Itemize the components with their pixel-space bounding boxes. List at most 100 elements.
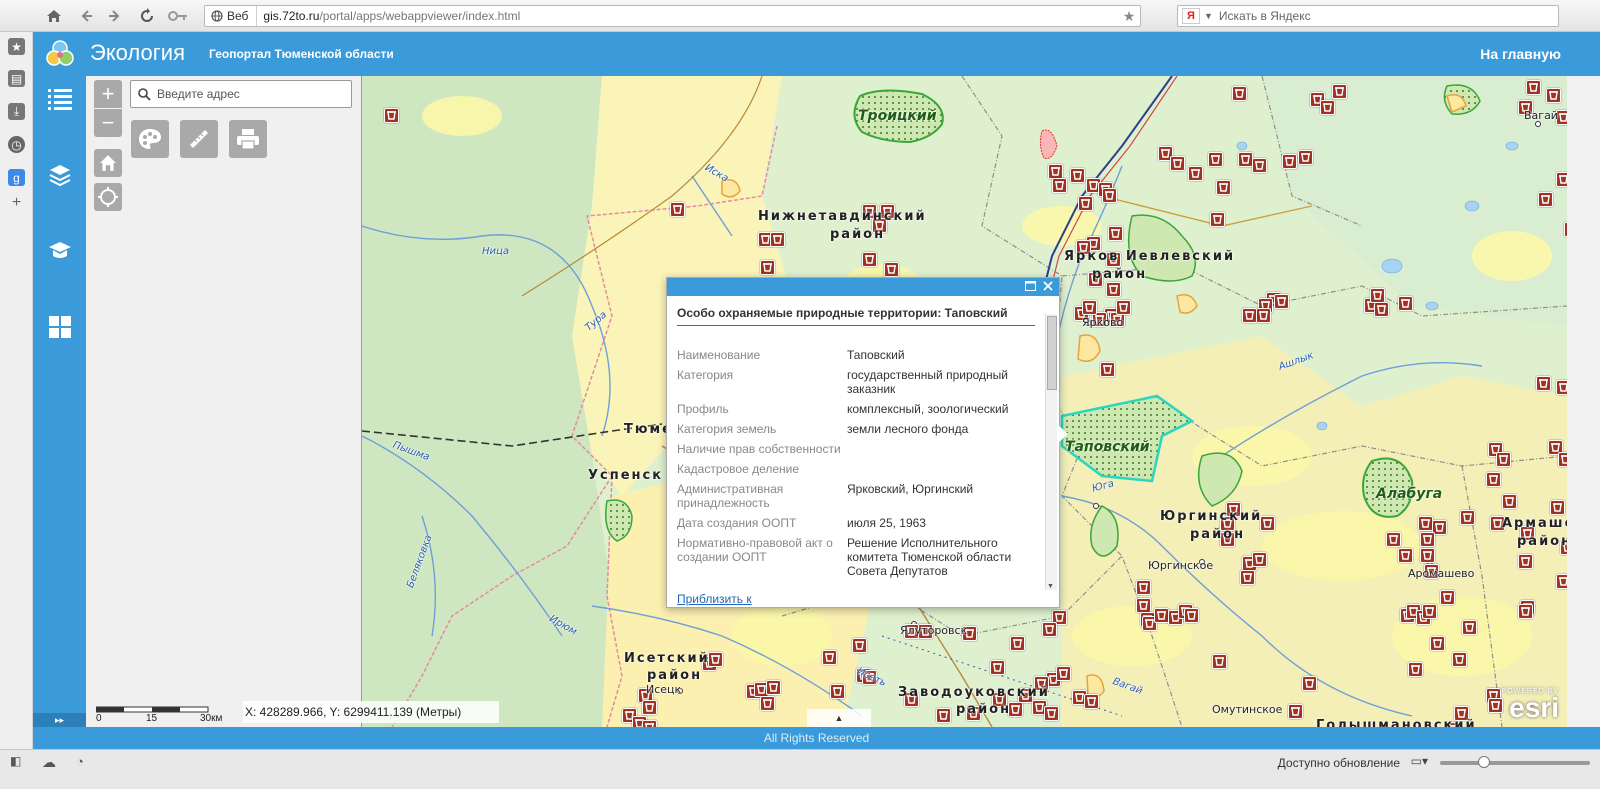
poi-marker-icon[interactable] bbox=[384, 108, 399, 123]
poi-marker-icon[interactable] bbox=[670, 202, 685, 217]
poi-marker-icon[interactable] bbox=[1370, 288, 1385, 303]
search-icon[interactable] bbox=[131, 87, 157, 101]
about-graduation-icon[interactable] bbox=[46, 237, 73, 264]
zoom-out-button[interactable]: − bbox=[94, 109, 122, 137]
home-icon[interactable] bbox=[44, 6, 64, 26]
poi-marker-icon[interactable] bbox=[642, 700, 657, 715]
poi-marker-icon[interactable] bbox=[1260, 516, 1275, 531]
forward-icon[interactable] bbox=[105, 6, 125, 26]
cloud-icon[interactable]: ☁ bbox=[42, 754, 56, 771]
layers-icon[interactable] bbox=[46, 161, 73, 188]
view-dropdown-icon[interactable]: ▭▾ bbox=[1411, 754, 1428, 768]
address-search-box[interactable] bbox=[130, 80, 352, 108]
poi-marker-icon[interactable] bbox=[1398, 548, 1413, 563]
back-icon[interactable] bbox=[76, 6, 96, 26]
poi-marker-icon[interactable] bbox=[1422, 604, 1437, 619]
bookmarks-icon[interactable]: ★ bbox=[8, 38, 25, 55]
poi-marker-icon[interactable] bbox=[766, 680, 781, 695]
zoom-in-button[interactable]: + bbox=[94, 80, 122, 108]
poi-marker-icon[interactable] bbox=[1486, 472, 1501, 487]
poi-marker-icon[interactable] bbox=[1170, 156, 1185, 171]
poi-marker-icon[interactable] bbox=[1106, 282, 1121, 297]
poi-marker-icon[interactable] bbox=[1108, 226, 1123, 241]
poi-marker-icon[interactable] bbox=[1558, 452, 1567, 467]
url-text[interactable]: gis.72to.ru/portal/apps/webappviewer/ind… bbox=[257, 9, 1118, 23]
poi-marker-icon[interactable] bbox=[1078, 196, 1093, 211]
attribution-toggle-button[interactable]: ▲ bbox=[807, 709, 871, 727]
poi-marker-icon[interactable] bbox=[1298, 150, 1313, 165]
poi-marker-icon[interactable] bbox=[1518, 604, 1533, 619]
poi-marker-icon[interactable] bbox=[1430, 636, 1445, 651]
poi-marker-icon[interactable] bbox=[1546, 88, 1561, 103]
poi-marker-icon[interactable] bbox=[1048, 164, 1063, 179]
poi-marker-icon[interactable] bbox=[760, 696, 775, 711]
address-scheme[interactable]: Веб bbox=[205, 6, 258, 26]
poi-marker-icon[interactable] bbox=[1386, 532, 1401, 547]
poi-marker-icon[interactable] bbox=[1302, 676, 1317, 691]
print-icon[interactable] bbox=[229, 120, 267, 158]
poi-marker-icon[interactable] bbox=[1070, 168, 1085, 183]
scroll-down-arrow-icon[interactable]: ▼ bbox=[1047, 583, 1054, 590]
poi-marker-icon[interactable] bbox=[708, 652, 723, 667]
poi-marker-icon[interactable] bbox=[1288, 704, 1303, 719]
poi-marker-icon[interactable] bbox=[1320, 100, 1335, 115]
basemap-palette-icon[interactable] bbox=[131, 120, 169, 158]
download-icon[interactable]: ⤓ bbox=[8, 103, 25, 120]
poi-marker-icon[interactable] bbox=[1556, 380, 1567, 395]
update-available-text[interactable]: Доступно обновление bbox=[1278, 756, 1400, 770]
poi-marker-icon[interactable] bbox=[1238, 152, 1253, 167]
poi-marker-icon[interactable] bbox=[1282, 154, 1297, 169]
poi-marker-icon[interactable] bbox=[1044, 706, 1059, 721]
poi-marker-icon[interactable] bbox=[1252, 552, 1267, 567]
legend-list-icon[interactable] bbox=[46, 85, 73, 112]
poi-marker-icon[interactable] bbox=[1526, 80, 1541, 95]
poi-marker-icon[interactable] bbox=[1042, 622, 1057, 637]
poi-marker-icon[interactable] bbox=[1420, 532, 1435, 547]
poi-marker-icon[interactable] bbox=[1010, 636, 1025, 651]
poi-marker-icon[interactable] bbox=[852, 638, 867, 653]
poi-marker-icon[interactable] bbox=[822, 650, 837, 665]
reload-icon[interactable] bbox=[137, 6, 157, 26]
address-search-input[interactable] bbox=[157, 87, 337, 101]
poi-marker-icon[interactable] bbox=[1212, 654, 1227, 669]
poi-marker-icon[interactable] bbox=[1102, 188, 1117, 203]
poi-marker-icon[interactable] bbox=[1100, 362, 1115, 377]
add-panel-icon[interactable]: + bbox=[8, 194, 25, 211]
poi-marker-icon[interactable] bbox=[1052, 178, 1067, 193]
poi-marker-icon[interactable] bbox=[1536, 376, 1551, 391]
poi-marker-icon[interactable] bbox=[1374, 302, 1389, 317]
notes-icon[interactable]: ▤ bbox=[8, 70, 25, 87]
poi-marker-icon[interactable] bbox=[770, 232, 785, 247]
expand-rail-button[interactable]: ▸▸ bbox=[33, 713, 86, 727]
google-icon[interactable]: g bbox=[8, 169, 25, 186]
poi-marker-icon[interactable] bbox=[1408, 662, 1423, 677]
poi-marker-icon[interactable] bbox=[1452, 652, 1467, 667]
poi-marker-icon[interactable] bbox=[1332, 84, 1347, 99]
poi-marker-icon[interactable] bbox=[1210, 212, 1225, 227]
bookmark-star-icon[interactable]: ★ bbox=[1118, 8, 1140, 25]
poi-marker-icon[interactable] bbox=[1208, 152, 1223, 167]
poi-marker-icon[interactable] bbox=[1496, 452, 1511, 467]
poi-marker-icon[interactable] bbox=[1082, 300, 1097, 315]
poi-marker-icon[interactable] bbox=[1460, 510, 1475, 525]
close-icon[interactable] bbox=[1041, 279, 1055, 293]
poi-marker-icon[interactable] bbox=[1116, 300, 1131, 315]
poi-marker-icon[interactable] bbox=[1502, 494, 1517, 509]
yandex-search-bar[interactable]: Я ▼ Искать в Яндекс bbox=[1177, 5, 1559, 27]
poi-marker-icon[interactable] bbox=[1136, 580, 1151, 595]
poi-marker-icon[interactable] bbox=[1550, 500, 1565, 515]
chevron-down-icon[interactable]: ▼ bbox=[1204, 11, 1213, 21]
poi-marker-icon[interactable] bbox=[1440, 590, 1455, 605]
popup-scrollbar[interactable]: ▼ bbox=[1045, 314, 1057, 590]
poi-marker-icon[interactable] bbox=[1184, 608, 1199, 623]
poi-marker-icon[interactable] bbox=[1216, 180, 1231, 195]
poi-marker-icon[interactable] bbox=[830, 684, 845, 699]
poi-marker-icon[interactable] bbox=[1538, 192, 1553, 207]
widgets-grid-icon[interactable] bbox=[46, 313, 73, 340]
poi-marker-icon[interactable] bbox=[1188, 166, 1203, 181]
poi-marker-icon[interactable] bbox=[990, 660, 1005, 675]
poi-marker-icon[interactable] bbox=[1274, 294, 1289, 309]
poi-marker-icon[interactable] bbox=[862, 252, 877, 267]
poi-marker-icon[interactable] bbox=[1420, 548, 1435, 563]
poi-marker-icon[interactable] bbox=[1564, 222, 1567, 237]
